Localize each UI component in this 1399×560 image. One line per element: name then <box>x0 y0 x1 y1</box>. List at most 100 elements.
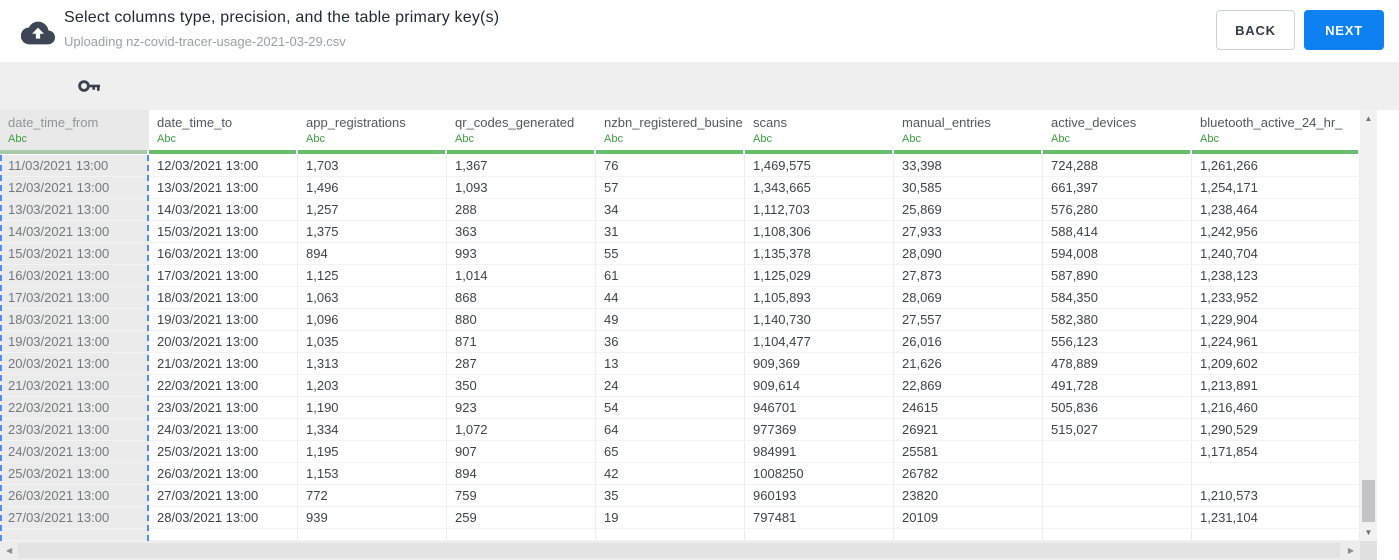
table-cell[interactable]: 993 <box>447 243 596 265</box>
table-cell[interactable] <box>1043 463 1192 485</box>
table-cell[interactable]: 54 <box>596 397 745 419</box>
vertical-scrollbar[interactable]: ▲ ▼ <box>1360 110 1377 541</box>
table-cell[interactable] <box>0 529 149 541</box>
table-cell[interactable]: 1,240,704 <box>1192 243 1360 265</box>
table-cell[interactable]: 26921 <box>894 419 1043 441</box>
table-cell[interactable]: 49 <box>596 309 745 331</box>
scroll-down-arrow[interactable]: ▼ <box>1360 528 1377 537</box>
table-cell[interactable]: 1,190 <box>298 397 447 419</box>
table-cell[interactable]: 491,728 <box>1043 375 1192 397</box>
table-cell[interactable]: 25/03/2021 13:00 <box>0 463 149 485</box>
table-cell[interactable]: 14/03/2021 13:00 <box>149 199 298 221</box>
column-header[interactable]: nzbn_registered_busine Abc <box>596 110 745 150</box>
table-cell[interactable]: 1,257 <box>298 199 447 221</box>
table-cell[interactable]: 1,290,529 <box>1192 419 1360 441</box>
table-cell[interactable] <box>1192 529 1360 541</box>
table-cell[interactable]: 26,016 <box>894 331 1043 353</box>
table-cell[interactable]: 25,869 <box>894 199 1043 221</box>
table-cell[interactable]: 1,014 <box>447 265 596 287</box>
table-cell[interactable]: 1,213,891 <box>1192 375 1360 397</box>
table-cell[interactable]: 17/03/2021 13:00 <box>149 265 298 287</box>
table-cell[interactable]: 17/03/2021 13:00 <box>0 287 149 309</box>
table-cell[interactable] <box>447 529 596 541</box>
table-cell[interactable]: 505,836 <box>1043 397 1192 419</box>
table-cell[interactable]: 15/03/2021 13:00 <box>149 221 298 243</box>
table-cell[interactable]: 363 <box>447 221 596 243</box>
table-cell[interactable]: 1,112,703 <box>745 199 894 221</box>
table-cell[interactable]: 61 <box>596 265 745 287</box>
table-cell[interactable]: 1,093 <box>447 177 596 199</box>
table-cell[interactable]: 21,626 <box>894 353 1043 375</box>
table-cell[interactable]: 1,238,464 <box>1192 199 1360 221</box>
table-cell[interactable]: 24 <box>596 375 745 397</box>
table-cell[interactable]: 65 <box>596 441 745 463</box>
table-cell[interactable]: 1,063 <box>298 287 447 309</box>
table-cell[interactable]: 1008250 <box>745 463 894 485</box>
next-button[interactable]: NEXT <box>1304 10 1384 50</box>
table-cell[interactable]: 1,125,029 <box>745 265 894 287</box>
column-header[interactable]: qr_codes_generated Abc <box>447 110 596 150</box>
table-cell[interactable]: 11/03/2021 13:00 <box>0 155 149 177</box>
table-cell[interactable]: 977369 <box>745 419 894 441</box>
horizontal-scroll-thumb[interactable] <box>18 543 1340 558</box>
table-cell[interactable]: 18/03/2021 13:00 <box>0 309 149 331</box>
table-cell[interactable]: 1,367 <box>447 155 596 177</box>
table-cell[interactable]: 16/03/2021 13:00 <box>149 243 298 265</box>
table-cell[interactable]: 1,171,854 <box>1192 441 1360 463</box>
table-cell[interactable]: 76 <box>596 155 745 177</box>
table-cell[interactable]: 30,585 <box>894 177 1043 199</box>
table-cell[interactable]: 55 <box>596 243 745 265</box>
table-cell[interactable]: 15/03/2021 13:00 <box>0 243 149 265</box>
table-cell[interactable]: 871 <box>447 331 596 353</box>
table-cell[interactable]: 20109 <box>894 507 1043 529</box>
table-cell[interactable]: 23820 <box>894 485 1043 507</box>
table-cell[interactable]: 588,414 <box>1043 221 1192 243</box>
table-cell[interactable]: 35 <box>596 485 745 507</box>
table-cell[interactable]: 960193 <box>745 485 894 507</box>
table-cell[interactable]: 894 <box>447 463 596 485</box>
table-cell[interactable]: 350 <box>447 375 596 397</box>
table-cell[interactable]: 576,280 <box>1043 199 1192 221</box>
table-cell[interactable]: 64 <box>596 419 745 441</box>
table-cell[interactable]: 1,209,602 <box>1192 353 1360 375</box>
table-cell[interactable]: 19/03/2021 13:00 <box>149 309 298 331</box>
table-cell[interactable]: 24615 <box>894 397 1043 419</box>
table-cell[interactable]: 1,203 <box>298 375 447 397</box>
table-cell[interactable] <box>1043 507 1192 529</box>
table-cell[interactable]: 772 <box>298 485 447 507</box>
table-cell[interactable]: 1,135,378 <box>745 243 894 265</box>
table-cell[interactable]: 12/03/2021 13:00 <box>149 155 298 177</box>
table-cell[interactable]: 27,557 <box>894 309 1043 331</box>
table-cell[interactable]: 1,334 <box>298 419 447 441</box>
table-cell[interactable]: 1,125 <box>298 265 447 287</box>
table-cell[interactable]: 33,398 <box>894 155 1043 177</box>
table-cell[interactable]: 797481 <box>745 507 894 529</box>
table-cell[interactable] <box>1043 529 1192 541</box>
table-cell[interactable]: 923 <box>447 397 596 419</box>
table-cell[interactable] <box>745 529 894 541</box>
table-cell[interactable]: 939 <box>298 507 447 529</box>
table-cell[interactable]: 23/03/2021 13:00 <box>149 397 298 419</box>
table-cell[interactable]: 582,380 <box>1043 309 1192 331</box>
table-cell[interactable]: 1,343,665 <box>745 177 894 199</box>
table-cell[interactable]: 24/03/2021 13:00 <box>0 441 149 463</box>
table-cell[interactable]: 14/03/2021 13:00 <box>0 221 149 243</box>
vertical-scroll-thumb[interactable] <box>1362 480 1375 522</box>
table-cell[interactable] <box>298 529 447 541</box>
table-cell[interactable]: 1,254,171 <box>1192 177 1360 199</box>
table-cell[interactable]: 21/03/2021 13:00 <box>149 353 298 375</box>
table-cell[interactable]: 1,375 <box>298 221 447 243</box>
table-cell[interactable]: 1,242,956 <box>1192 221 1360 243</box>
table-cell[interactable]: 13/03/2021 13:00 <box>149 177 298 199</box>
table-cell[interactable]: 288 <box>447 199 596 221</box>
table-cell[interactable]: 22,869 <box>894 375 1043 397</box>
table-cell[interactable]: 13 <box>596 353 745 375</box>
table-cell[interactable]: 259 <box>447 507 596 529</box>
scroll-right-arrow[interactable]: ▶ <box>1348 541 1354 560</box>
table-cell[interactable]: 587,890 <box>1043 265 1192 287</box>
table-cell[interactable]: 31 <box>596 221 745 243</box>
table-cell[interactable]: 24/03/2021 13:00 <box>149 419 298 441</box>
table-cell[interactable]: 1,035 <box>298 331 447 353</box>
table-cell[interactable]: 12/03/2021 13:00 <box>0 177 149 199</box>
table-cell[interactable]: 36 <box>596 331 745 353</box>
